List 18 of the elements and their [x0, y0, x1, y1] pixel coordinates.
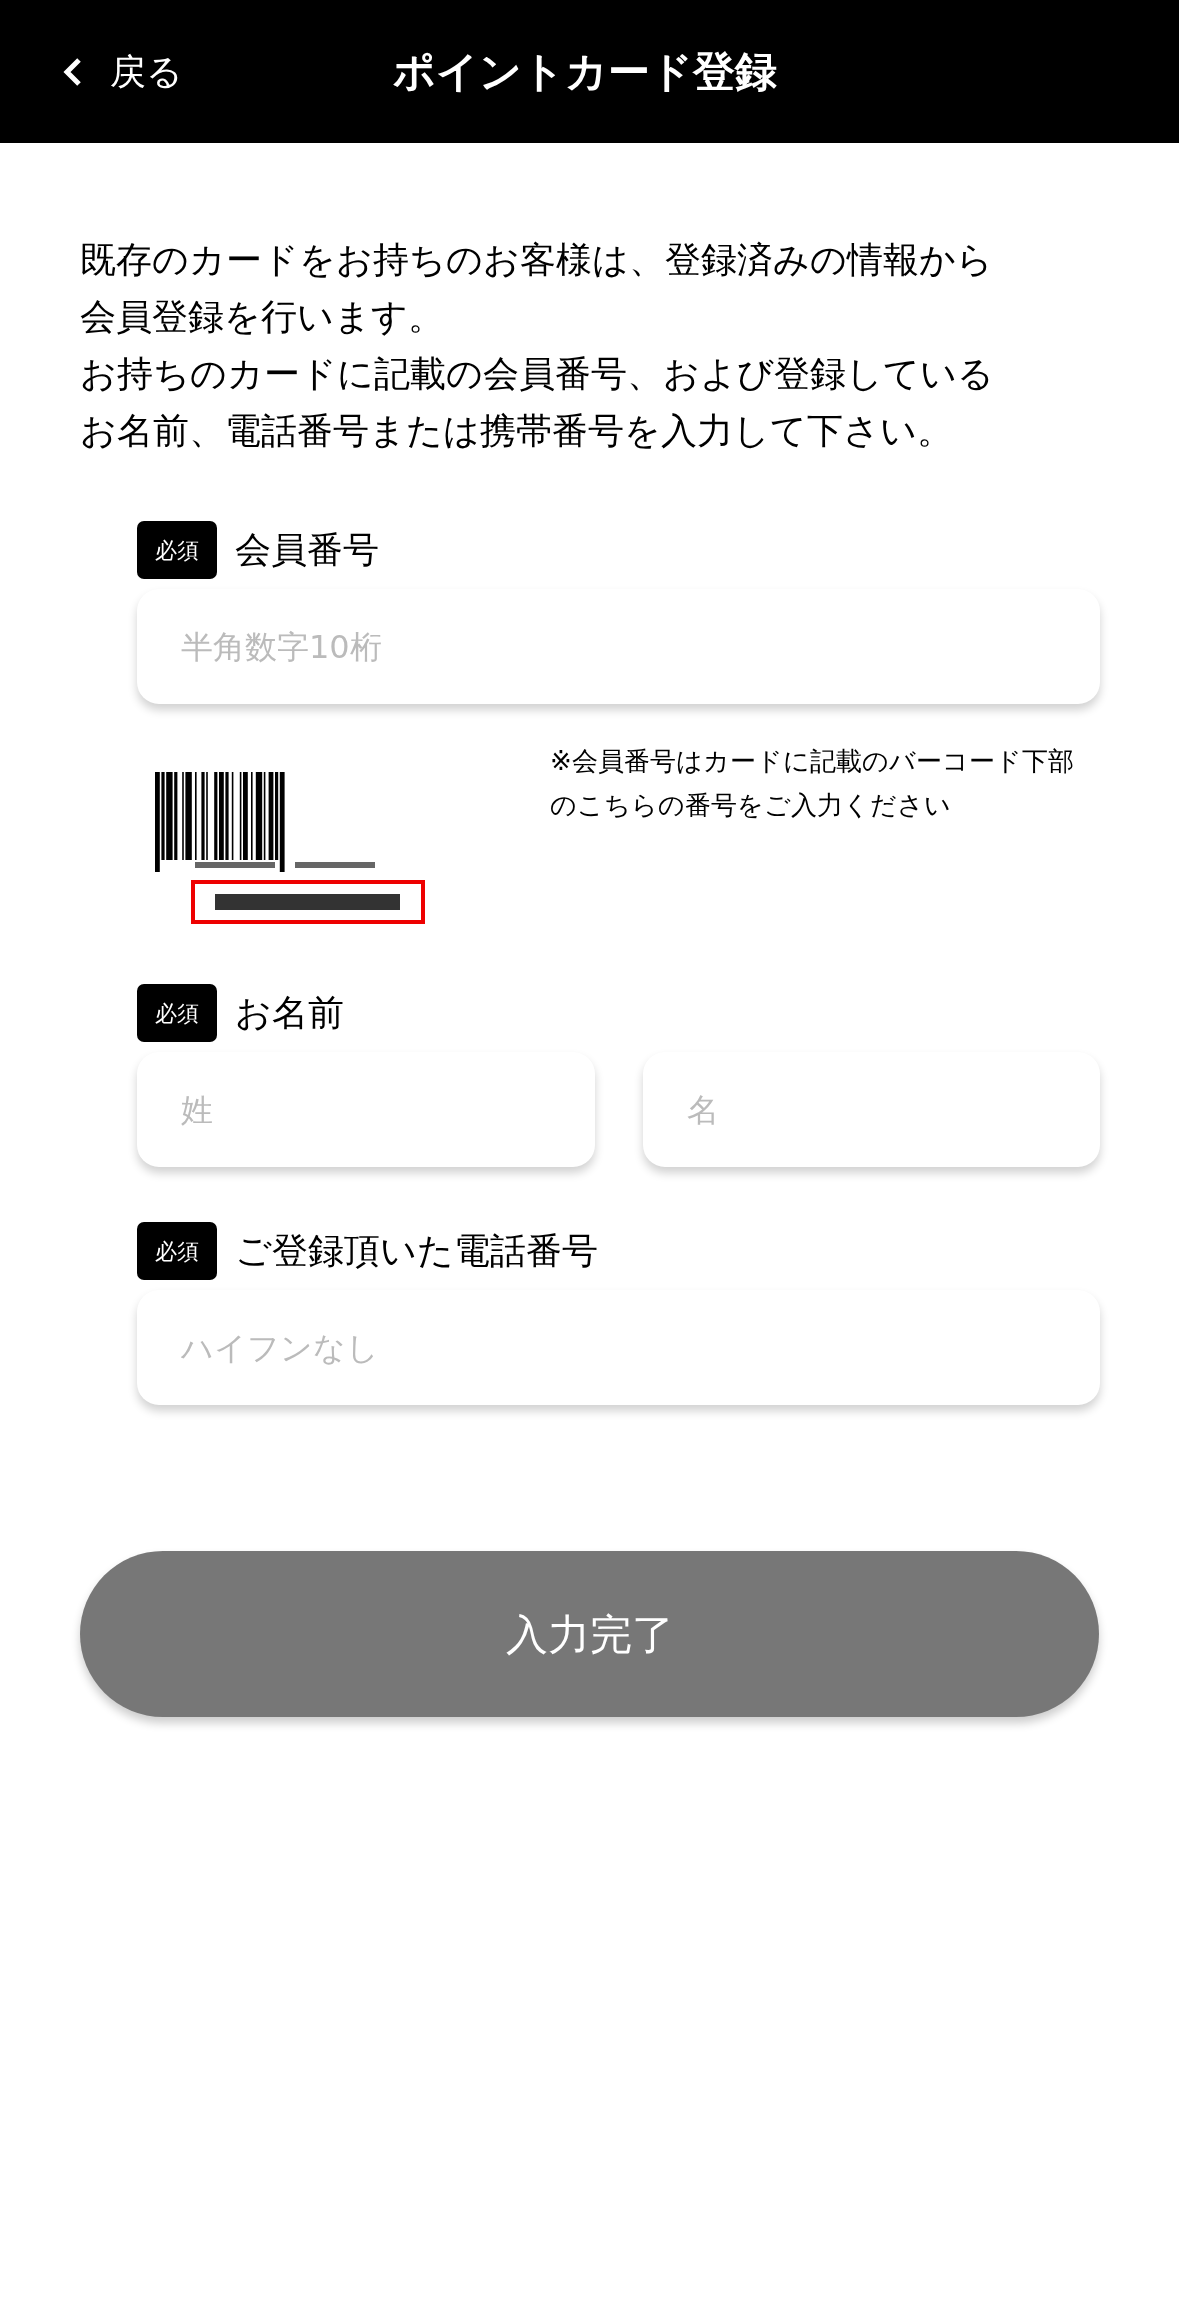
- intro-text: お持ちのカードに記載の会員番号、および登録している: [80, 352, 995, 396]
- required-badge: 必須: [137, 1222, 217, 1280]
- member-number-note: ※会員番号はカードに記載のバーコード下部のこちらの番号をご入力ください: [550, 745, 1075, 822]
- field-label: ご登録頂いた電話番号: [235, 1229, 598, 1273]
- required-badge: 必須: [137, 521, 217, 579]
- input-field[interactable]: ハイフンなし: [137, 1290, 1100, 1405]
- intro-text: お名前、電話番号または携帯番号を入力して下さい。: [80, 409, 954, 453]
- field-label: お名前: [235, 991, 344, 1035]
- input-field[interactable]: 姓: [137, 1052, 595, 1167]
- input-field[interactable]: 名: [642, 1052, 1100, 1167]
- intro-text: 会員登録を行います。: [80, 295, 445, 339]
- page-title: ポイントカード登録: [392, 46, 777, 98]
- field-label: 会員番号: [235, 528, 379, 572]
- required-badge: 必須: [137, 984, 217, 1042]
- back-icon: [62, 56, 84, 87]
- input-field[interactable]: 半角数字10桁: [137, 589, 1100, 704]
- intro-text: 既存のカードをお持ちのお客様は、登録済みの情報から: [80, 238, 994, 282]
- back-button[interactable]: 戻る: [62, 44, 183, 99]
